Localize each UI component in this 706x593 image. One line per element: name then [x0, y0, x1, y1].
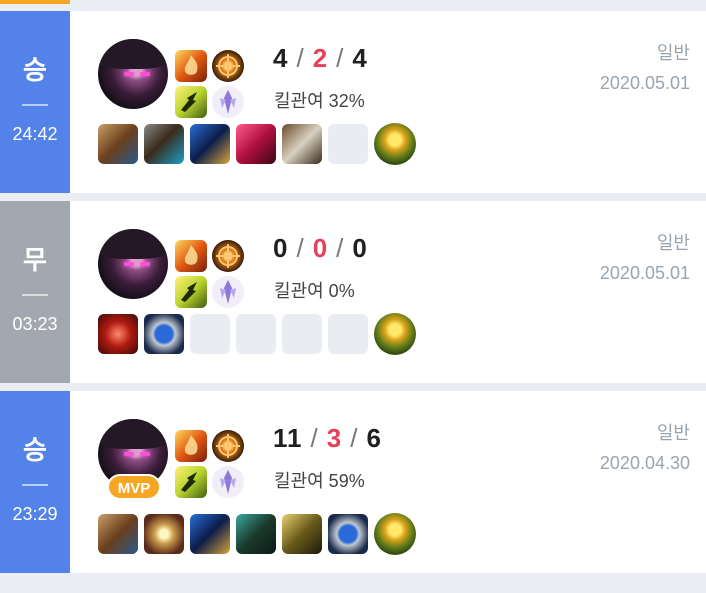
item-slot-2-icon[interactable] [144, 514, 184, 554]
match-card[interactable]: 승 23:29 11/3/6 킬관여 59% 일반 2020.04.30 [0, 391, 706, 573]
result-label: 무 [23, 245, 47, 275]
match-card[interactable]: 무 03:23 0/0/0 킬관여 0% 일반 2020.05.01 [0, 201, 706, 383]
item-slot-6-icon[interactable] [328, 514, 368, 554]
item-slot-empty [236, 314, 276, 354]
keystone-rune-icon[interactable] [212, 430, 244, 462]
item-slot-2-icon[interactable] [144, 314, 184, 354]
trinket-ward-icon[interactable] [374, 123, 416, 165]
item-slot-3-icon[interactable] [190, 124, 230, 164]
game-mode: 일반 [656, 43, 690, 63]
keystone-rune-icon[interactable] [212, 50, 244, 82]
trinket-ward-icon[interactable] [374, 313, 416, 355]
game-date: 2020.05.01 [599, 263, 690, 283]
assists: 0 [352, 233, 368, 263]
game-mode: 일반 [656, 423, 690, 443]
game-duration: 24:42 [12, 124, 58, 144]
item-slot-empty [282, 314, 322, 354]
result-label: 승 [23, 55, 47, 85]
kill-participation: 킬관여 59% [274, 471, 365, 491]
item-slot-5-icon[interactable] [282, 124, 322, 164]
trinket-ward-icon[interactable] [374, 513, 416, 555]
summoner-spell-ignite-icon[interactable] [175, 430, 207, 462]
game-duration: 03:23 [12, 314, 58, 334]
game-date: 2020.05.01 [599, 73, 690, 93]
result-divider [22, 294, 48, 296]
summoner-spell-ignite-icon[interactable] [175, 240, 207, 272]
summoner-spell-flash-icon[interactable] [175, 86, 207, 118]
secondary-rune-icon[interactable] [212, 276, 244, 308]
top-accent-bar [0, 0, 70, 4]
result-panel: 승 24:42 [0, 11, 70, 193]
summoner-spell-flash-icon[interactable] [175, 276, 207, 308]
champion-portrait[interactable] [98, 229, 168, 299]
deaths: 0 [312, 233, 329, 263]
item-slot-3-icon[interactable] [190, 514, 230, 554]
game-duration: 23:29 [12, 504, 58, 524]
kill-participation: 킬관여 32% [274, 91, 365, 111]
deaths: 3 [326, 423, 343, 453]
item-slot-empty [328, 124, 368, 164]
keystone-rune-icon[interactable] [212, 240, 244, 272]
game-mode: 일반 [656, 233, 690, 253]
deaths: 2 [312, 43, 329, 73]
item-slot-empty [328, 314, 368, 354]
result-panel: 무 03:23 [0, 201, 70, 383]
match-card[interactable]: 승 24:42 4/2/4 킬관여 32% 일반 2020.05.01 [0, 11, 706, 193]
mvp-badge: MVP [107, 474, 161, 500]
summoner-spell-ignite-icon[interactable] [175, 50, 207, 82]
item-slot-4-icon[interactable] [236, 124, 276, 164]
kills: 0 [273, 233, 289, 263]
item-slot-2-icon[interactable] [144, 124, 184, 164]
kda-score: 0/0/0 [273, 233, 368, 263]
kills: 4 [273, 43, 289, 73]
assists: 4 [352, 43, 368, 73]
item-slot-empty [190, 314, 230, 354]
assists: 6 [366, 423, 382, 453]
secondary-rune-icon[interactable] [212, 86, 244, 118]
item-slot-5-icon[interactable] [282, 514, 322, 554]
item-slot-1-icon[interactable] [98, 514, 138, 554]
item-slot-1-icon[interactable] [98, 314, 138, 354]
kda-score: 4/2/4 [273, 43, 368, 73]
kda-score: 11/3/6 [273, 423, 382, 453]
item-slot-4-icon[interactable] [236, 514, 276, 554]
kills: 11 [273, 423, 303, 453]
game-date: 2020.04.30 [599, 453, 690, 473]
result-panel: 승 23:29 [0, 391, 70, 573]
result-divider [22, 104, 48, 106]
item-slot-1-icon[interactable] [98, 124, 138, 164]
champion-portrait[interactable] [98, 39, 168, 109]
kill-participation: 킬관여 0% [274, 281, 355, 301]
summoner-spell-flash-icon[interactable] [175, 466, 207, 498]
result-label: 승 [23, 435, 47, 465]
result-divider [22, 484, 48, 486]
secondary-rune-icon[interactable] [212, 466, 244, 498]
